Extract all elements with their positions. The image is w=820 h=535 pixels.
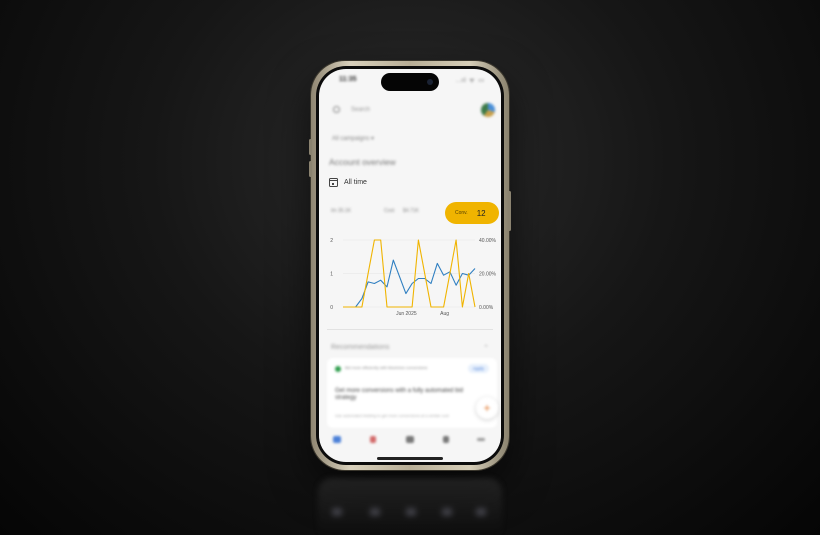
y-left-tick-label: 1 — [330, 271, 333, 277]
metric-cost-label[interactable]: Cost — [384, 208, 394, 214]
y-right-tick-label: 0.00% — [479, 305, 494, 311]
metric-conversions-label: Conv. — [455, 210, 468, 216]
date-range-label: All time — [344, 179, 367, 186]
metrics-row: Im 35.1K Cost $4.71K Conv. 12 — [319, 200, 501, 224]
metric-conversions-chip[interactable]: Conv. 12 — [445, 202, 499, 224]
insights-icon[interactable] — [406, 436, 414, 443]
x-tick-label: Jun 2025 — [396, 311, 417, 317]
reflection-nav-item — [406, 508, 416, 516]
y-left-tick-label: 0 — [330, 305, 333, 311]
recommendation-headline: Get more conversions with a fully automa… — [335, 388, 464, 402]
more-icon[interactable] — [477, 438, 485, 441]
status-time: 11:35 — [339, 76, 357, 83]
volume-up-button — [309, 139, 312, 155]
account-icon[interactable] — [443, 436, 449, 443]
home-indicator — [377, 457, 443, 460]
search-placeholder: Search — [351, 107, 371, 113]
x-tick-label: Aug — [440, 311, 449, 317]
y-left-tick-label: 2 — [330, 238, 333, 244]
metric-cost-value[interactable]: $4.71K — [403, 208, 419, 214]
reflection-nav-item — [332, 508, 342, 516]
power-button — [508, 191, 511, 231]
phone-screen: 11:35 ..ıl ᯤ ▭ Search All campaigns ▾ Ac… — [319, 69, 501, 462]
status-icons: ..ıl ᯤ ▭ — [456, 78, 485, 84]
campaigns-icon[interactable] — [370, 436, 376, 443]
y-right-tick-label: 20.00% — [479, 271, 497, 277]
recommendation-card[interactable]: Bid more efficiently with Maximize conve… — [327, 358, 497, 428]
recommendation-status-icon — [335, 366, 341, 372]
recommendations-title: Recommendations — [331, 344, 390, 351]
section-divider — [327, 329, 493, 330]
page-title: Account overview — [329, 157, 396, 167]
campaign-filter[interactable]: All campaigns ▾ — [332, 135, 374, 142]
home-icon[interactable] — [333, 436, 341, 443]
phone-reflection — [318, 478, 502, 535]
y-right-tick-label: 40.00% — [479, 238, 497, 244]
front-camera — [427, 79, 433, 85]
metric-conversions-value: 12 — [476, 208, 486, 218]
performance-chart: 0120.00%20.00%40.00%Jun 2025 Aug — [330, 238, 497, 317]
phone-frame: 11:35 ..ıl ᯤ ▭ Search All campaigns ▾ Ac… — [309, 61, 511, 470]
search-bar[interactable]: Search — [329, 103, 495, 119]
bottom-navigation — [319, 429, 501, 454]
recommendation-subtext: Use automated bidding to get more conver… — [335, 413, 449, 418]
volume-down-button — [309, 161, 312, 177]
reflection-nav-item — [370, 508, 380, 516]
date-range-selector[interactable]: All time — [329, 178, 367, 187]
dynamic-island — [381, 73, 439, 91]
reflection-nav-item — [476, 508, 486, 516]
reflection-nav-item — [442, 508, 452, 516]
phone-bezel: 11:35 ..ıl ᯤ ▭ Search All campaigns ▾ Ac… — [316, 66, 504, 465]
plus-icon[interactable]: + — [476, 397, 498, 419]
recommendation-chip-text: Bid more efficiently with Maximize conve… — [345, 365, 428, 370]
apply-button[interactable]: Apply — [467, 364, 489, 373]
avatar[interactable] — [481, 103, 495, 117]
chevron-up-icon[interactable]: ⌃ — [483, 344, 489, 352]
metric-impressions[interactable]: Im 35.1K — [331, 208, 351, 214]
search-icon — [333, 106, 340, 113]
calendar-icon — [329, 178, 338, 187]
